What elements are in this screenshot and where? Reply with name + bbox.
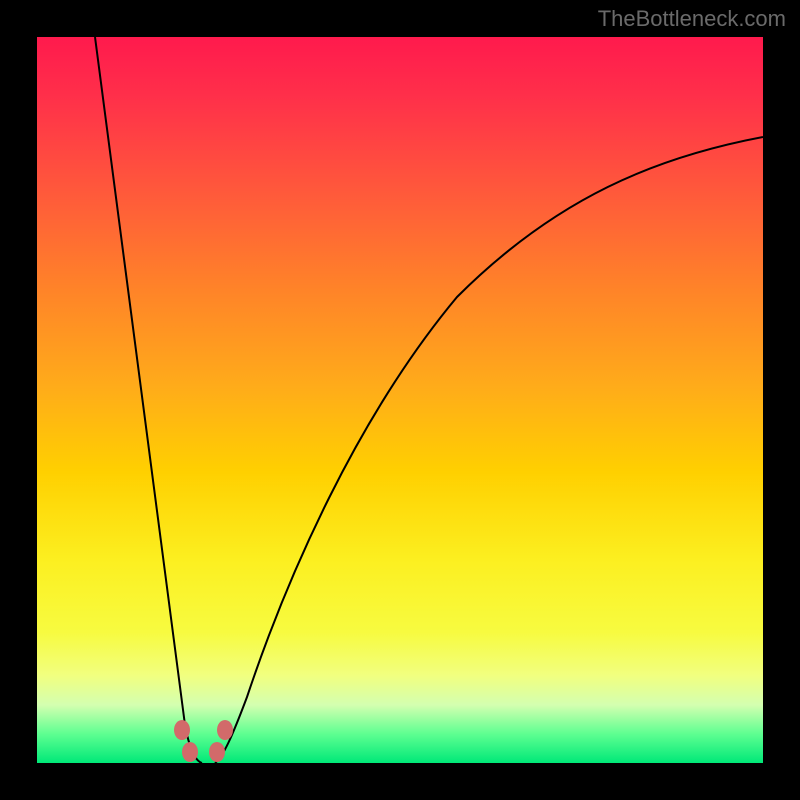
left-curve-branch	[95, 37, 202, 763]
curve-marker	[182, 742, 198, 762]
watermark-text: TheBottleneck.com	[598, 6, 786, 32]
curve-marker	[217, 720, 233, 740]
right-curve-branch	[215, 137, 763, 763]
curve-marker	[209, 742, 225, 762]
plot-area	[37, 37, 763, 763]
curve-marker	[174, 720, 190, 740]
bottleneck-curve	[37, 37, 763, 763]
